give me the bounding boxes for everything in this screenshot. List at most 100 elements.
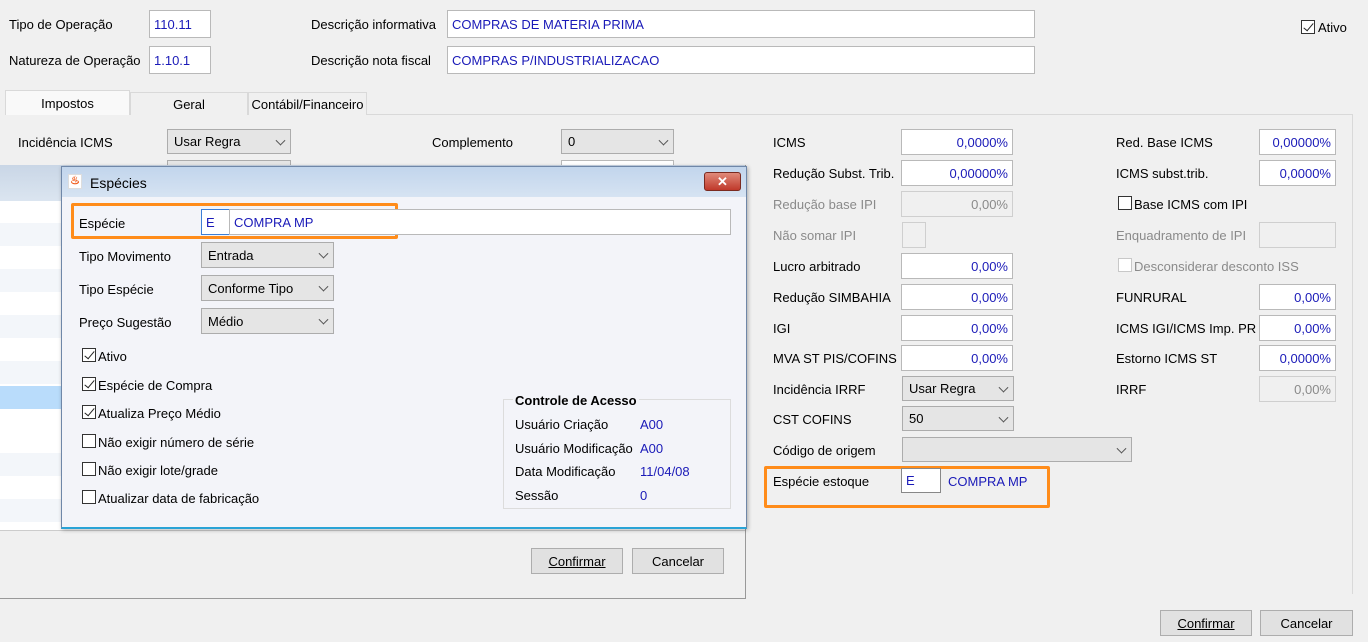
atualiza-preco-label: Atualiza Preço Médio — [98, 406, 221, 421]
tipo-especie-select[interactable]: Conforme Tipo — [201, 275, 334, 301]
mva-st-label: MVA ST PIS/COFINS — [773, 351, 897, 366]
usuario-criacao-value: A00 — [640, 417, 664, 432]
icms-subst-input[interactable]: 0,0000% — [1259, 160, 1336, 186]
natureza-operacao-input[interactable]: 1.10.1 — [149, 46, 211, 74]
usuario-modificacao-label: Usuário Modificação — [515, 441, 633, 456]
chevron-down-icon — [658, 135, 669, 146]
lucro-arbitrado-label: Lucro arbitrado — [773, 259, 861, 274]
especies-dialog: ♨ Espécies ✕ Espécie E COMPRA MP Tipo Mo… — [61, 166, 747, 529]
desconsiderar-iss-label: Desconsiderar desconto ISS — [1134, 259, 1299, 274]
nao-exigir-lote-label: Não exigir lote/grade — [98, 463, 218, 478]
codigo-origem-label: Código de origem — [773, 443, 876, 458]
cancel-button[interactable]: Cancelar — [1260, 610, 1353, 636]
usuario-criacao-label: Usuário Criação — [515, 417, 609, 432]
preco-sugestao-label: Preço Sugestão — [79, 315, 172, 330]
funrural-input[interactable]: 0,00% — [1259, 284, 1336, 310]
atualiza-preco-check[interactable] — [82, 405, 96, 419]
tipo-movimento-value: Entrada — [208, 247, 254, 263]
base-icms-ipi-checkbox[interactable] — [1118, 196, 1132, 210]
tipo-operacao-label: Tipo de Operação — [9, 17, 113, 32]
complemento-select[interactable]: 0 — [561, 129, 674, 154]
tab-contabil-financeiro[interactable]: Contábil/Financeiro — [248, 92, 367, 115]
especie-estoque-desc: COMPRA MP — [948, 474, 1028, 489]
base-icms-ipi-label: Base ICMS com IPI — [1134, 197, 1248, 212]
sessao-label: Sessão — [515, 488, 559, 503]
irrf-label: IRRF — [1116, 382, 1147, 397]
nao-exigir-serie-check[interactable] — [82, 434, 96, 448]
chevron-down-icon — [275, 135, 286, 146]
codigo-origem-select[interactable] — [902, 437, 1132, 462]
descricao-nota-input[interactable]: COMPRAS P/INDUSTRIALIZACAO — [447, 46, 1035, 74]
incidencia-irrf-select[interactable]: Usar Regra — [902, 376, 1014, 401]
tab-impostos[interactable]: Impostos — [5, 90, 130, 115]
preco-sugestao-select[interactable]: Médio — [201, 308, 334, 334]
reducao-base-ipi-label: Redução base IPI — [773, 197, 877, 212]
incidencia-icms-label: Incidência ICMS — [18, 135, 113, 150]
especie-estoque-code-input[interactable]: E — [901, 468, 941, 493]
confirm-button[interactable]: Confirmar — [1160, 610, 1252, 636]
preco-sugestao-value: Médio — [208, 313, 244, 329]
complemento-value: 0 — [568, 134, 576, 149]
tipo-especie-value: Conforme Tipo — [208, 280, 294, 296]
close-icon[interactable]: ✕ — [704, 172, 741, 191]
enquadramento-ipi-input — [1259, 222, 1336, 248]
especie-estoque-label: Espécie estoque — [773, 474, 870, 489]
especie-compra-label: Espécie de Compra — [98, 378, 213, 393]
mva-st-input[interactable]: 0,00% — [901, 345, 1013, 371]
nao-exigir-serie-label: Não exigir número de série — [98, 435, 255, 450]
tab-geral[interactable]: Geral — [130, 92, 248, 115]
data-modificacao-label: Data Modificação — [515, 464, 616, 479]
tipo-operacao-input[interactable]: 110.11 — [149, 10, 211, 38]
especie-desc-input[interactable]: COMPRA MP — [229, 209, 731, 235]
back-confirm-button[interactable]: Confirmar — [531, 548, 623, 574]
back-cancel-button[interactable]: Cancelar — [632, 548, 724, 574]
chevron-down-icon — [998, 412, 1009, 423]
irrf-input: 0,00% — [1259, 376, 1336, 402]
app-logo-icon: ♨ — [68, 174, 82, 189]
ativo-check[interactable] — [82, 348, 96, 362]
cst-cofins-label: CST COFINS — [773, 412, 852, 427]
natureza-operacao-label: Natureza de Operação — [9, 53, 141, 68]
incidencia-irrf-value: Usar Regra — [909, 381, 976, 396]
estorno-icms-st-input[interactable]: 0,0000% — [1259, 345, 1336, 371]
especie-code-input[interactable]: E — [201, 209, 230, 235]
reducao-base-ipi-input: 0,00% — [901, 191, 1013, 217]
especie-compra-check[interactable] — [82, 377, 96, 391]
chevron-down-icon — [318, 281, 329, 292]
red-base-icms-input[interactable]: 0,00000% — [1259, 129, 1336, 155]
reducao-simbahia-input[interactable]: 0,00% — [901, 284, 1013, 310]
data-modificacao-value: 11/04/08 — [640, 464, 690, 479]
cst-cofins-select[interactable]: 50 — [902, 406, 1014, 431]
enquadramento-ipi-label: Enquadramento de IPI — [1116, 228, 1247, 243]
ativo-check-label: Ativo — [98, 349, 127, 364]
icms-igi-input[interactable]: 0,00% — [1259, 315, 1336, 341]
incidencia-icms-select[interactable]: Usar Regra — [167, 129, 291, 154]
usuario-modificacao-value: A00 — [640, 441, 664, 456]
descricao-informativa-input[interactable]: COMPRAS DE MATERIA PRIMA — [447, 10, 1035, 38]
descricao-informativa-label: Descrição informativa — [311, 17, 436, 32]
igi-input[interactable]: 0,00% — [901, 315, 1013, 341]
igi-label: IGI — [773, 321, 791, 336]
icms-input[interactable]: 0,0000% — [901, 129, 1013, 155]
especie-label: Espécie — [79, 216, 126, 231]
red-base-icms-label: Red. Base ICMS — [1116, 135, 1213, 150]
controle-acesso-title: Controle de Acesso — [513, 393, 639, 408]
tipo-especie-label: Tipo Espécie — [79, 282, 154, 297]
nao-exigir-lote-check[interactable] — [82, 462, 96, 476]
desconsiderar-iss-checkbox — [1118, 258, 1132, 272]
chevron-down-icon — [318, 314, 329, 325]
atualizar-data-fab-check[interactable] — [82, 490, 96, 504]
chevron-down-icon — [318, 248, 329, 259]
reducao-subst-input[interactable]: 0,00000% — [901, 160, 1013, 186]
tipo-movimento-select[interactable]: Entrada — [201, 242, 334, 268]
complemento-label: Complemento — [432, 135, 513, 150]
tipo-movimento-label: Tipo Movimento — [79, 249, 171, 264]
ativo-checkbox[interactable] — [1301, 20, 1315, 34]
estorno-icms-st-label: Estorno ICMS ST — [1116, 351, 1218, 366]
lucro-arbitrado-input[interactable]: 0,00% — [901, 253, 1013, 279]
chevron-down-icon — [1116, 443, 1127, 454]
reducao-subst-label: Redução Subst. Trib. — [773, 166, 895, 181]
nao-somar-ipi-input — [902, 222, 926, 248]
dialog-title-bar[interactable]: ♨ Espécies ✕ — [62, 167, 746, 197]
incidencia-irrf-label: Incidência IRRF — [773, 382, 866, 397]
